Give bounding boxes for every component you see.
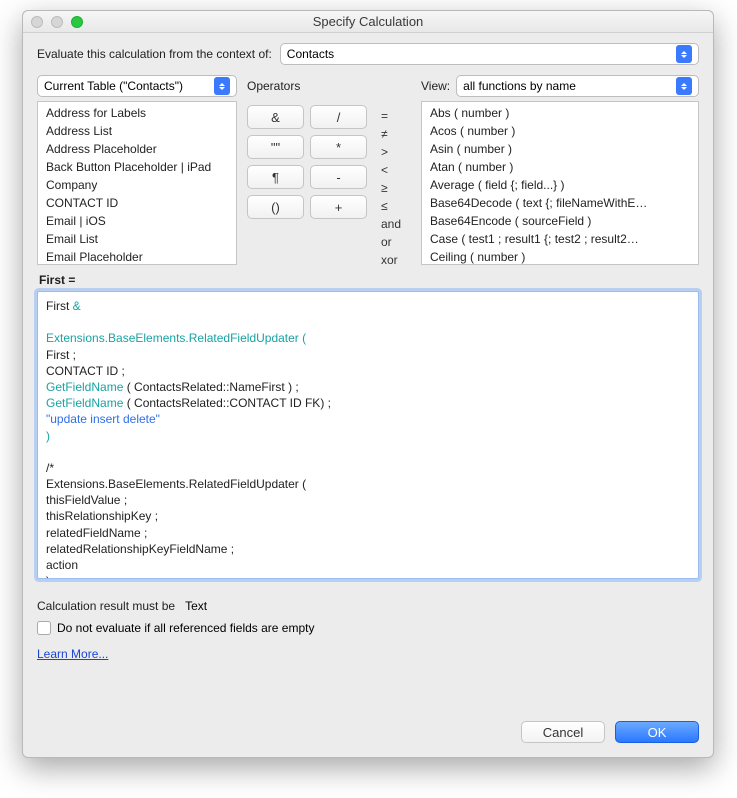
context-value: Contacts — [287, 47, 334, 61]
do-not-evaluate-label: Do not evaluate if all referenced fields… — [57, 621, 314, 635]
operator-button[interactable]: () — [247, 195, 304, 219]
result-operator-item[interactable]: ≥ — [377, 179, 411, 197]
fields-listbox[interactable]: Address for LabelsAddress ListAddress Pl… — [37, 101, 237, 265]
chevron-updown-icon — [676, 45, 692, 63]
result-type[interactable]: Text — [185, 599, 207, 613]
list-item[interactable]: Address Placeholder — [38, 140, 236, 158]
operator-button[interactable]: * — [310, 135, 367, 159]
ok-button[interactable]: OK — [615, 721, 699, 743]
view-dropdown[interactable]: all functions by name — [456, 75, 699, 97]
list-item[interactable]: Acos ( number ) — [422, 122, 698, 140]
window-title: Specify Calculation — [23, 14, 713, 29]
list-item[interactable]: Email Placeholder — [38, 248, 236, 265]
list-item[interactable]: Base64Decode ( text {; fileNameWithE… — [422, 194, 698, 212]
context-dropdown[interactable]: Contacts — [280, 43, 699, 65]
titlebar: Specify Calculation — [23, 11, 713, 33]
chevron-updown-icon — [214, 77, 230, 95]
operator-button[interactable]: & — [247, 105, 304, 129]
context-label: Evaluate this calculation from the conte… — [37, 47, 272, 61]
chevron-updown-icon — [676, 77, 692, 95]
operator-button[interactable]: ¶ — [247, 165, 304, 189]
operators-label: Operators — [247, 79, 300, 93]
list-item[interactable]: Abs ( number ) — [422, 104, 698, 122]
result-operator-item[interactable]: xor — [377, 251, 411, 265]
formula-editor[interactable]: First & Extensions.BaseElements.RelatedF… — [37, 291, 699, 579]
result-operator-item[interactable]: ≤ — [377, 197, 411, 215]
list-item[interactable]: Ceiling ( number ) — [422, 248, 698, 265]
operator-button[interactable]: - — [310, 165, 367, 189]
functions-listbox[interactable]: Abs ( number )Acos ( number )Asin ( numb… — [421, 101, 699, 265]
formula-field-label: First = — [37, 273, 699, 287]
result-operator-item[interactable]: > — [377, 143, 411, 161]
view-value: all functions by name — [463, 79, 576, 93]
list-item[interactable]: Address List — [38, 122, 236, 140]
cancel-button[interactable]: Cancel — [521, 721, 605, 743]
learn-more-link[interactable]: Learn More... — [37, 647, 699, 661]
result-operator-item[interactable]: or — [377, 233, 411, 251]
table-dropdown[interactable]: Current Table ("Contacts") — [37, 75, 237, 97]
list-item[interactable]: Asin ( number ) — [422, 140, 698, 158]
list-item[interactable]: Base64Encode ( sourceField ) — [422, 212, 698, 230]
list-item[interactable]: Email List — [38, 230, 236, 248]
result-operator-item[interactable]: ≠ — [377, 125, 411, 143]
list-item[interactable]: CONTACT ID — [38, 194, 236, 212]
list-item[interactable]: Back Button Placeholder | iPad — [38, 158, 236, 176]
list-item[interactable]: Address for Labels — [38, 104, 236, 122]
dialog-window: Specify Calculation Evaluate this calcul… — [22, 10, 714, 758]
list-item[interactable]: Average ( field {; field...} ) — [422, 176, 698, 194]
result-operators[interactable]: =≠><≥≤andorxornot — [377, 101, 411, 265]
list-item[interactable]: Company — [38, 176, 236, 194]
view-label: View: — [421, 79, 450, 93]
list-item[interactable]: Atan ( number ) — [422, 158, 698, 176]
operator-button[interactable]: / — [310, 105, 367, 129]
operator-button[interactable]: "" — [247, 135, 304, 159]
table-value: Current Table ("Contacts") — [44, 79, 183, 93]
do-not-evaluate-checkbox[interactable] — [37, 621, 51, 635]
operator-button[interactable]: + — [310, 195, 367, 219]
result-operator-item[interactable]: = — [377, 107, 411, 125]
result-label: Calculation result must be — [37, 599, 175, 613]
list-item[interactable]: Email | iOS — [38, 212, 236, 230]
result-operator-item[interactable]: and — [377, 215, 411, 233]
list-item[interactable]: Case ( test1 ; result1 {; test2 ; result… — [422, 230, 698, 248]
result-operator-item[interactable]: < — [377, 161, 411, 179]
